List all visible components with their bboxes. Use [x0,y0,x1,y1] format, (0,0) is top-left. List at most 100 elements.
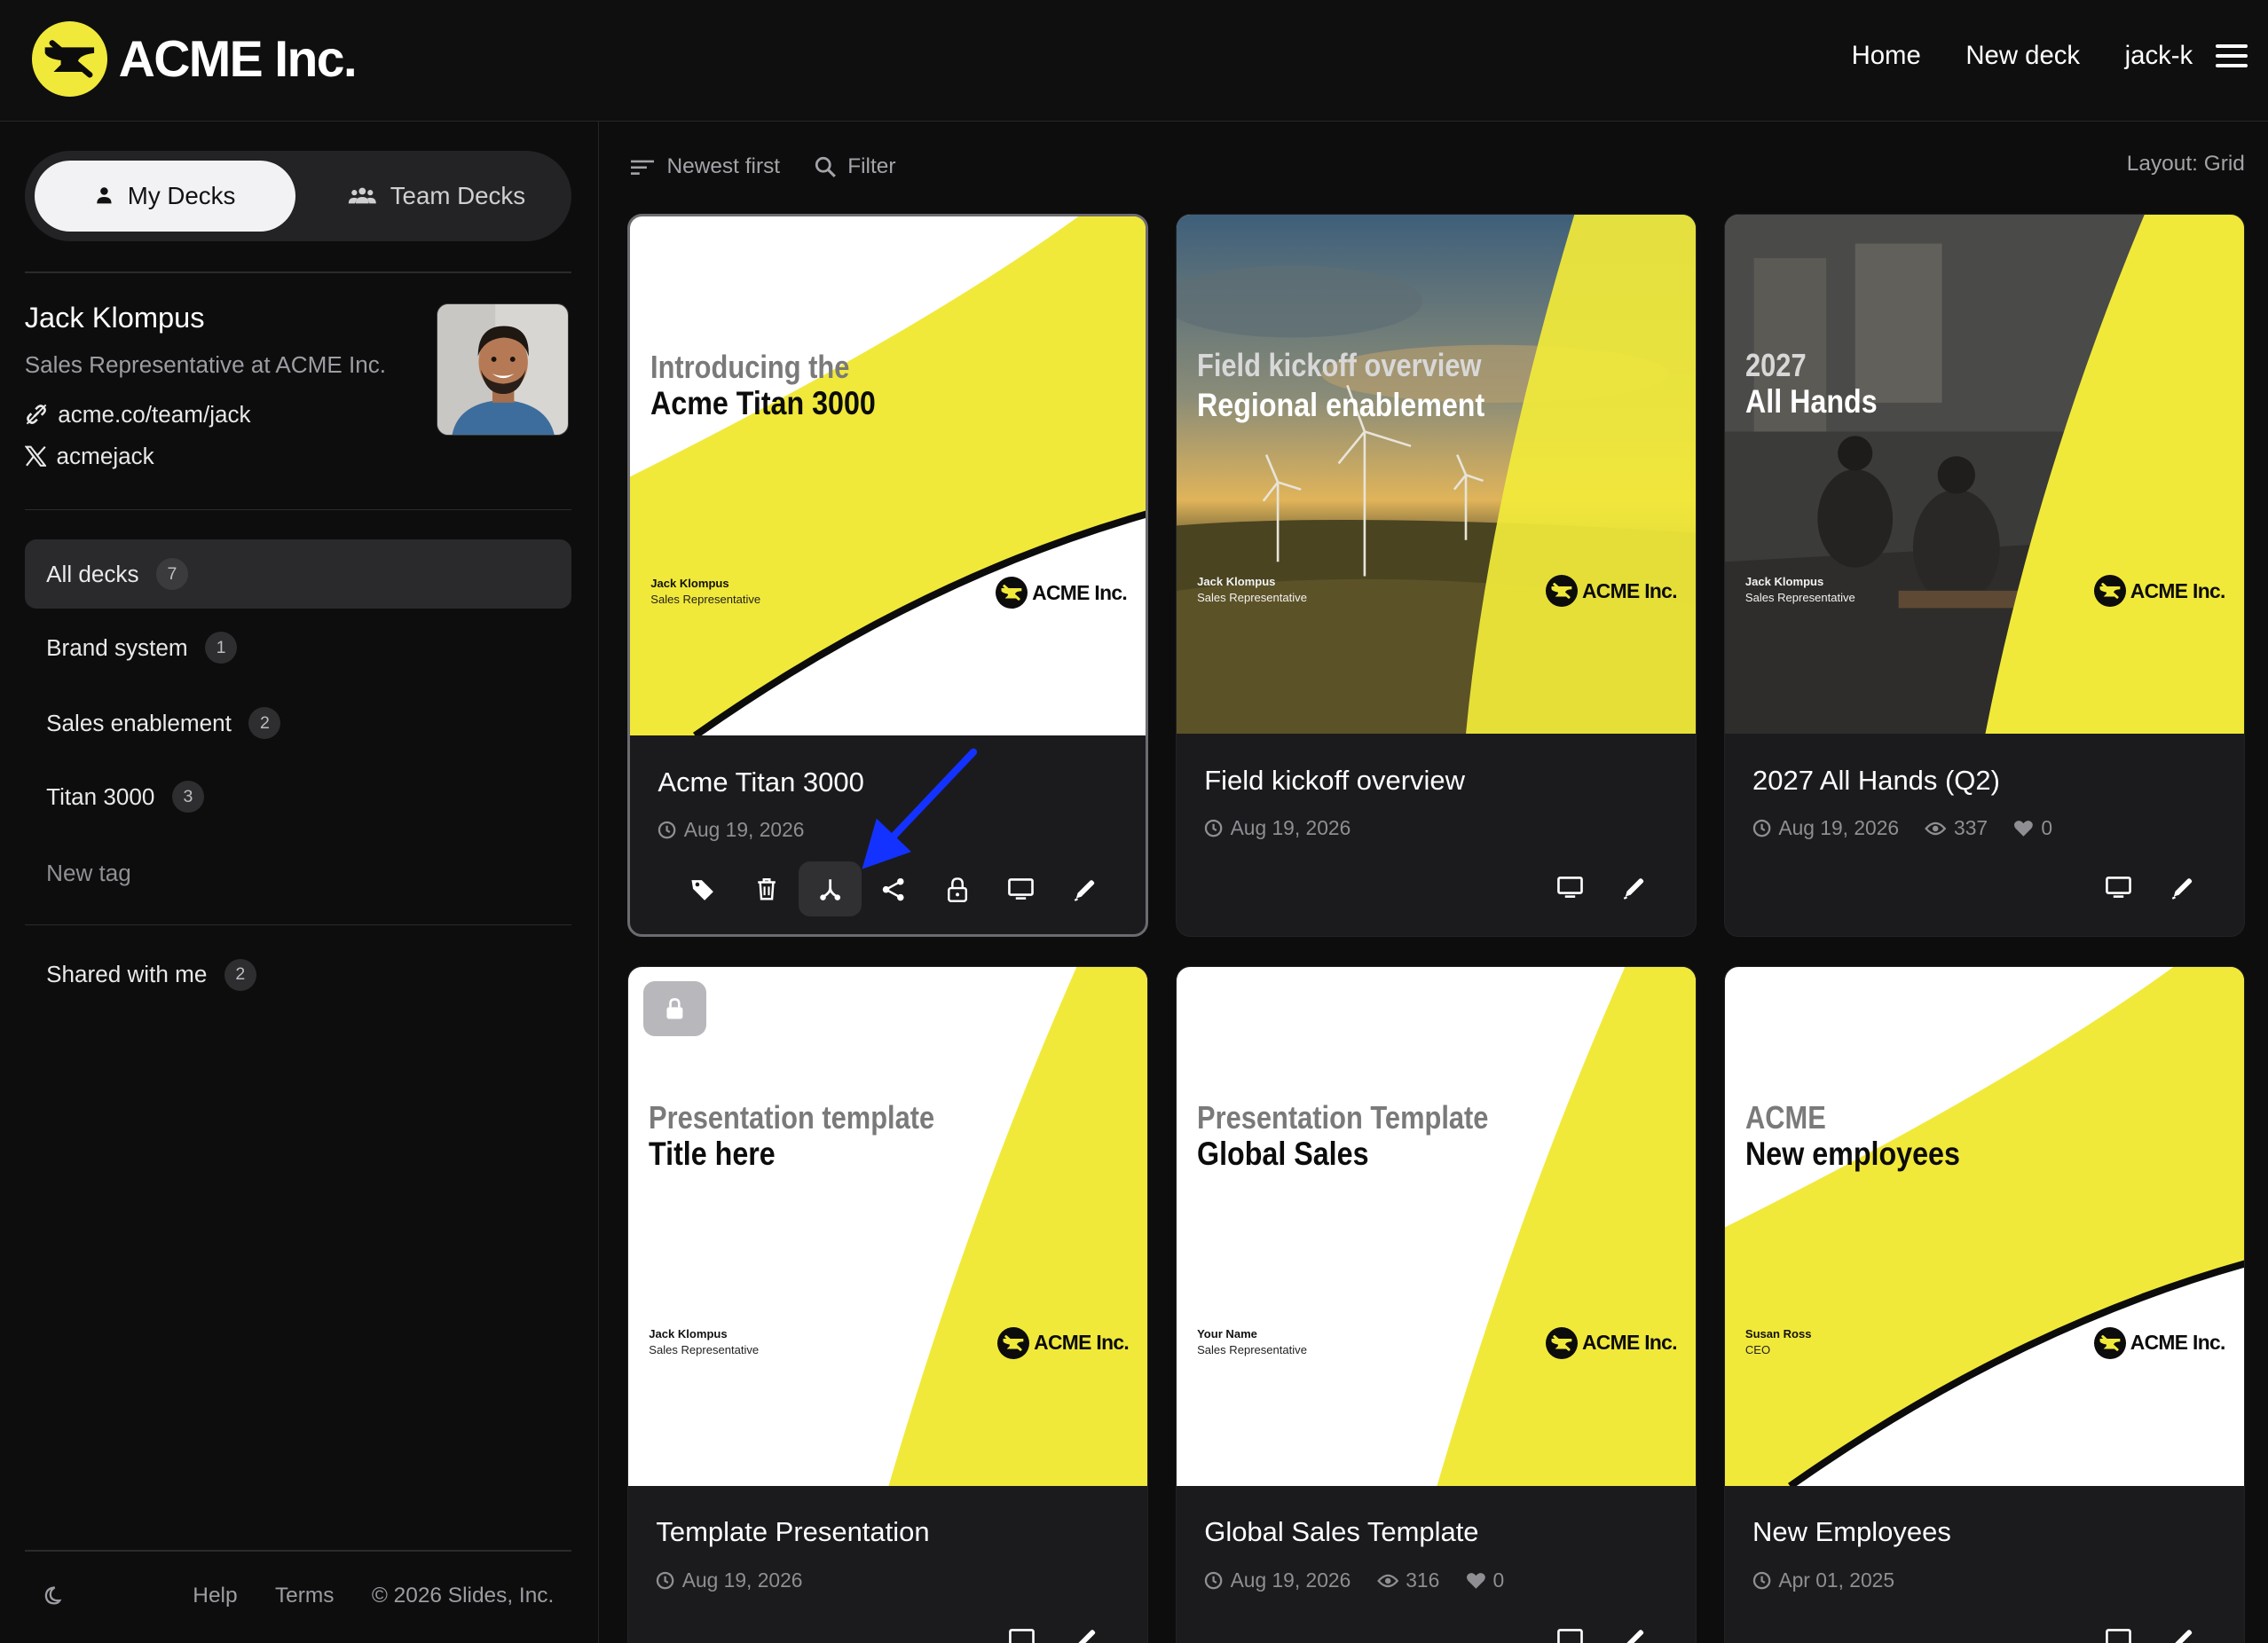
thumb-brand: ACME Inc. [1546,575,1678,607]
profile-name: Jack Klompus [24,301,205,334]
sidebar-item-all-decks[interactable]: All decks 7 [24,539,571,609]
edit-button[interactable] [1603,1612,1666,1643]
edit-button[interactable] [2150,1612,2214,1643]
clock-icon [1752,820,1771,837]
deck-meta: Aug 19, 2026 [1204,816,1376,840]
nav-home-link[interactable]: Home [1852,41,1921,71]
layout-toggle[interactable]: Layout: Grid [2127,152,2245,177]
link-icon [26,404,47,425]
terms-link[interactable]: Terms [275,1584,335,1608]
deck-title[interactable]: Field kickoff overview [1204,765,1465,797]
deck-thumbnail[interactable]: Introducing the Acme Titan 3000 Jack Klo… [630,216,1146,736]
sidebar-item-label: Brand system [46,633,188,661]
menu-icon[interactable] [2216,43,2248,68]
present-button[interactable] [2087,860,2151,915]
sidebar-item-brand-system[interactable]: Brand system 1 [25,613,571,682]
profile-x-link[interactable]: acmejack [24,443,154,470]
deck-card[interactable]: ACME New employees Susan Ross CEO ACME I… [1724,965,2245,1643]
anvil-logo-icon [997,1326,1030,1359]
help-link[interactable]: Help [193,1584,237,1608]
lock-button[interactable] [925,861,989,916]
delete-button[interactable] [735,861,799,916]
thumb-brand: ACME Inc. [2094,575,2225,607]
thumb-author: Your Name [1197,1326,1257,1340]
deck-meta: Apr 01, 2025 [1752,1568,1920,1592]
deck-title[interactable]: 2027 All Hands (Q2) [1752,765,2000,797]
deck-thumbnail[interactable]: ACME New employees Susan Ross CEO ACME I… [1725,966,2244,1487]
fork-button[interactable] [798,861,862,917]
x-logo-icon [24,445,47,467]
anvil-logo-icon [2094,1326,2126,1359]
deck-title[interactable]: Global Sales Template [1204,1516,1478,1548]
count-badge: 2 [248,707,281,739]
thumb-author-role: Sales Representative [1197,1342,1307,1356]
deck-card[interactable]: Field kickoff overview Regional enableme… [1176,214,1697,938]
deck-title[interactable]: Template Presentation [656,1516,929,1548]
divider [24,271,571,274]
thumb-logo-text: ACME Inc. [2130,1331,2226,1355]
thumb-author: Jack Klompus [649,1326,728,1340]
deck-title[interactable]: Acme Titan 3000 [658,766,863,798]
thumb-author-role: Sales Representative [1744,591,1855,605]
thumb-logo-text: ACME Inc. [1581,1331,1678,1355]
top-bar: ACME Inc. Home New deck jack-k [0,0,2268,122]
present-button[interactable] [990,1612,1054,1643]
deck-card[interactable]: Presentation Template Global Sales Your … [1176,965,1697,1643]
edit-button[interactable] [1603,860,1666,915]
tab-my-decks[interactable]: My Decks [35,160,295,232]
thumb-author-role: Sales Representative [649,1342,760,1356]
trash-icon [757,878,776,900]
search-icon [815,157,836,178]
heart-icon [1466,1572,1485,1589]
deck-card[interactable]: Presentation template Title here Jack Kl… [627,965,1149,1643]
share-button[interactable] [862,861,925,916]
person-icon [97,187,112,204]
present-button[interactable] [989,861,1053,916]
deck-meta: Aug 19, 2026 [656,1568,828,1592]
clock-icon [1752,1571,1771,1590]
deck-thumbnail[interactable]: Presentation template Title here Jack Kl… [628,966,1148,1487]
deck-date: Apr 01, 2025 [1778,1568,1895,1592]
deck-date: Aug 19, 2026 [681,1568,803,1592]
deck-card[interactable]: 2027 All Hands Jack Klompus Sales Repres… [1724,214,2245,938]
profile-website-link[interactable]: acme.co/team/jack [25,401,251,428]
present-button[interactable] [1539,860,1603,915]
tag-button[interactable] [671,861,735,916]
edit-button[interactable] [1052,861,1116,916]
clock-icon [1205,1571,1223,1590]
deck-card[interactable]: Introducing the Acme Titan 3000 Jack Klo… [627,214,1149,938]
nav-new-deck-link[interactable]: New deck [1965,41,2080,71]
deck-thumbnail[interactable]: Presentation Template Global Sales Your … [1177,966,1697,1487]
edit-button[interactable] [1054,1612,1118,1643]
brand[interactable]: ACME Inc. [31,21,358,98]
sidebar-footer: Help Terms © 2026 Slides, Inc. [25,1568,571,1625]
footer-links: Help Terms © 2026 Slides, Inc. [155,1584,554,1608]
deck-actions [2087,860,2214,915]
thumb-title-line2: Acme Titan 3000 [650,384,877,422]
thumb-brand: ACME Inc. [997,1326,1130,1359]
thumb-brand: ACME Inc. [1546,1326,1678,1359]
present-button[interactable] [2087,1612,2151,1643]
locked-badge [642,981,707,1037]
new-tag-button[interactable]: New tag [25,838,571,908]
deck-likes: 0 [1492,1568,1505,1592]
sort-icon [630,160,654,175]
moon-icon[interactable] [42,1585,62,1606]
sidebar-item-sales-enablement[interactable]: Sales enablement 2 [25,688,571,758]
filter-button[interactable]: Filter [815,154,896,179]
deck-thumbnail[interactable]: Field kickoff overview Regional enableme… [1177,215,1697,735]
sidebar-item-shared-with-me[interactable]: Shared with me 2 [25,940,571,1010]
edit-pen-icon [1078,1630,1096,1643]
sort-button[interactable]: Newest first [630,154,780,179]
tab-team-decks[interactable]: Team Decks [314,161,560,232]
present-button[interactable] [1539,1612,1603,1643]
thumb-title-line1: ACME [1744,1099,1826,1136]
sidebar-item-titan-3000[interactable]: Titan 3000 3 [25,762,571,831]
deck-title[interactable]: New Employees [1752,1516,1951,1548]
share-icon [883,877,904,900]
profile-role: Sales Representative at ACME Inc. [24,351,387,379]
deck-thumbnail[interactable]: 2027 All Hands Jack Klompus Sales Repres… [1725,215,2244,735]
edit-button[interactable] [2150,860,2214,915]
thumb-title-line1: Field kickoff overview [1197,348,1482,384]
nav-user-link[interactable]: jack-k [2125,41,2193,71]
